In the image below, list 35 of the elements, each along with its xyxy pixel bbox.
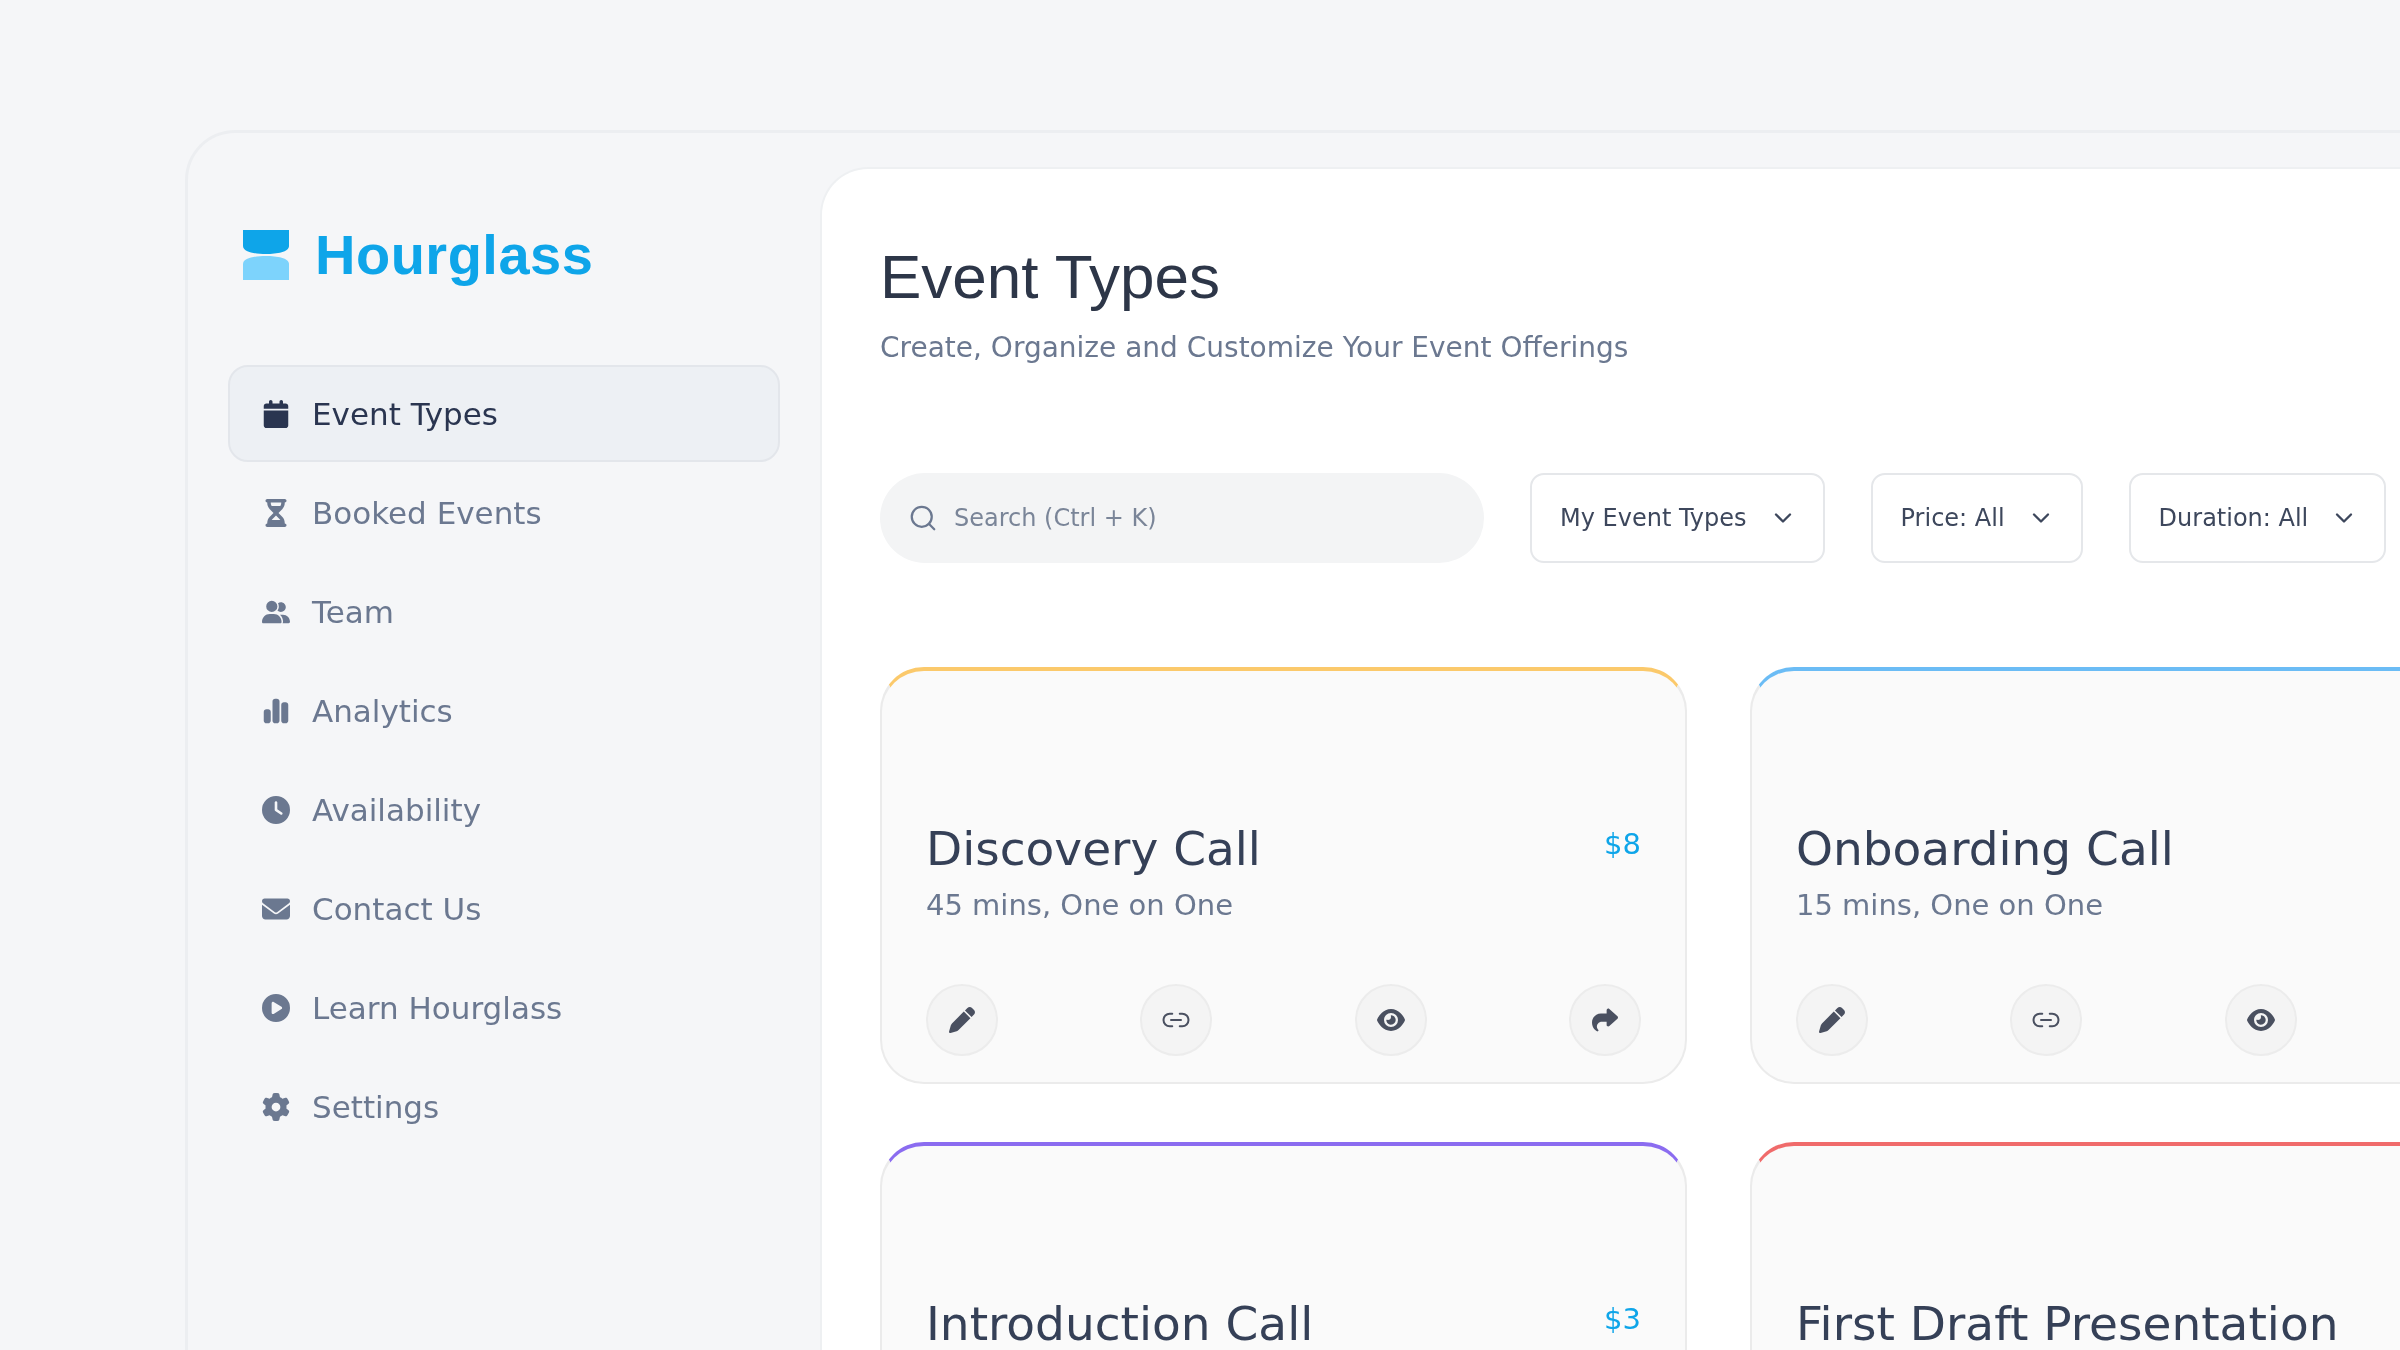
sidebar-item[interactable]: Settings <box>228 1058 780 1155</box>
event-title: Introduction Call <box>926 1296 1314 1350</box>
hourglass-logo-icon <box>243 229 289 280</box>
filter-dropdown[interactable]: Price: All <box>1870 473 2083 563</box>
eye-icon <box>2246 1006 2275 1034</box>
bar-chart-icon <box>262 696 290 725</box>
pencil-icon <box>949 1007 975 1033</box>
sidebar-item[interactable]: Availability <box>228 761 780 858</box>
settings-icon <box>262 1092 290 1121</box>
page-title: Event Types <box>880 241 1222 312</box>
search-field[interactable]: Search (Ctrl + K) <box>880 473 1484 563</box>
sidebar-item[interactable]: Event Types <box>228 365 780 462</box>
pencil-icon <box>1819 1007 1845 1033</box>
sidebar-item[interactable]: Team <box>228 563 780 660</box>
clock-icon <box>262 795 290 824</box>
event-details: 45 mins, One on One <box>926 888 1234 922</box>
filter-dropdown[interactable]: My Event Types <box>1530 473 1825 563</box>
calendar-icon <box>262 399 290 428</box>
search-icon <box>908 503 938 533</box>
sidebar-item[interactable]: Contact Us <box>228 860 780 957</box>
sidebar-item[interactable]: Analytics <box>228 662 780 759</box>
event-title: Discovery Call <box>926 821 1261 876</box>
filter-dropdown[interactable]: Duration: All <box>2128 473 2387 563</box>
play-icon <box>262 993 290 1022</box>
page-subtitle: Create, Organize and Customize Your Event Offerings <box>880 331 1630 364</box>
event-price: $8 <box>1604 827 1641 861</box>
sidebar-item[interactable]: Booked Events <box>228 464 780 561</box>
eye-icon <box>1376 1006 1405 1034</box>
event-title: Onboarding Call <box>1796 821 2174 876</box>
event-details: 15 mins, One on One <box>1796 888 2104 922</box>
event-title: First Draft Presentation <box>1796 1296 2339 1350</box>
event-price: $3 <box>1604 1302 1641 1336</box>
sidebar-item[interactable]: Learn Hourglass <box>228 959 780 1056</box>
brand-name: Hourglass <box>315 222 594 287</box>
share-icon <box>1592 1007 1618 1033</box>
